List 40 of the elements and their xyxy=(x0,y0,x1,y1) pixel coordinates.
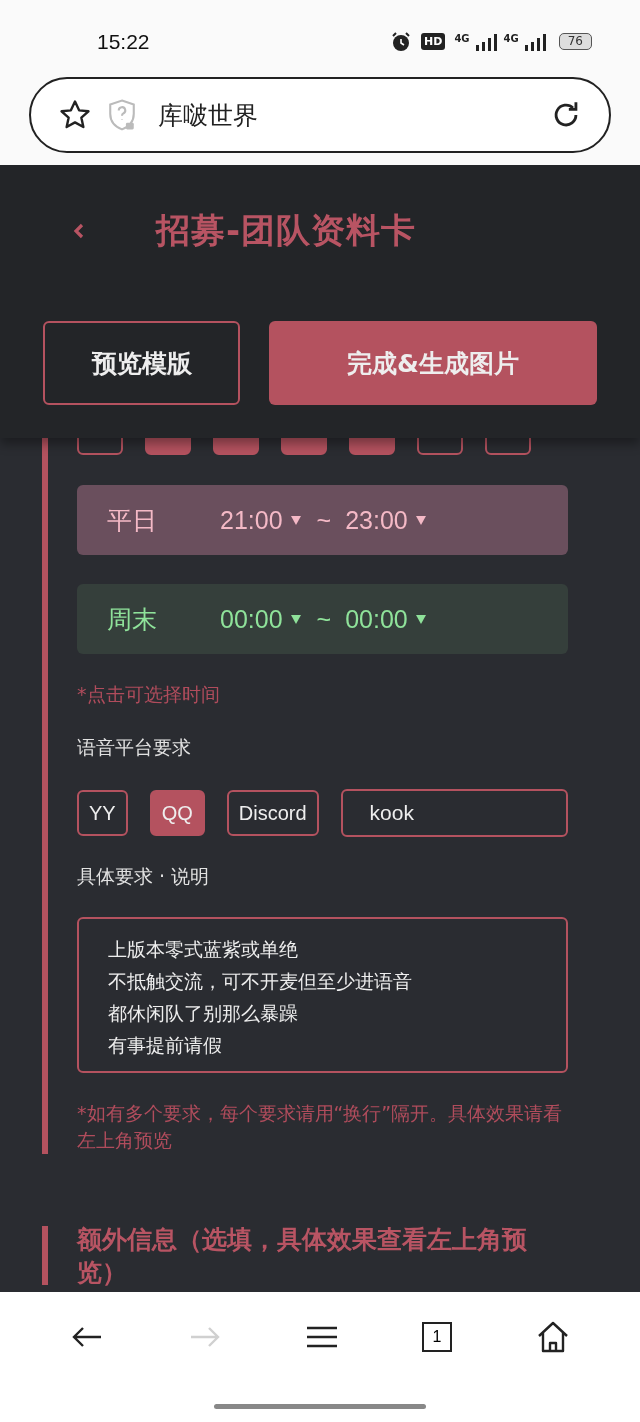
time-select[interactable]: 23:00 xyxy=(345,505,426,535)
section-heading: 额外信息（选填，具体效果查看左上角预览） xyxy=(77,1223,528,1289)
back-icon[interactable] xyxy=(72,221,86,241)
platform-chip[interactable]: QQ xyxy=(149,790,205,836)
range-label: 周末 xyxy=(107,603,158,636)
address-bar[interactable]: 库啵世界 xyxy=(29,77,611,153)
hint-text: *如有多个要求，每个要求请用“换行”隔开。具体效果请看左上角预览 xyxy=(77,1101,564,1153)
range-separator: ~ xyxy=(316,604,332,634)
network-label: 4G xyxy=(454,32,470,44)
time-select[interactable]: 00:00 xyxy=(220,604,301,634)
battery-indicator: 76 xyxy=(558,33,592,50)
menu-icon[interactable] xyxy=(306,1325,338,1349)
field-label: 具体要求 · 说明 xyxy=(77,864,211,889)
back-arrow-icon[interactable] xyxy=(70,1325,104,1349)
status-time: 15:22 xyxy=(97,29,150,54)
caret-icon xyxy=(290,614,301,624)
signal-icon xyxy=(523,32,548,51)
shield-icon[interactable] xyxy=(106,98,138,132)
time-select[interactable]: 00:00 xyxy=(345,604,426,634)
hd-badge: HD xyxy=(421,33,446,50)
caret-icon xyxy=(415,515,426,525)
caret-icon xyxy=(290,515,301,525)
network-label: 4G xyxy=(503,32,519,44)
hint-text: *点击可选择时间 xyxy=(77,682,221,707)
details-textarea[interactable]: 上版本零式蓝紫或单绝 不抵触交流，可不开麦但至少进语音 都休闲队了别那么暴躁 有事提前请假 xyxy=(77,917,568,1073)
tab-count-button[interactable]: 1 xyxy=(422,1322,452,1352)
range-separator: ~ xyxy=(316,505,332,535)
platform-chip[interactable]: Discord xyxy=(226,790,319,836)
platform-chip[interactable]: YY xyxy=(77,790,128,836)
time-select[interactable]: 21:00 xyxy=(220,505,301,535)
site-title: 库啵世界 xyxy=(158,99,259,132)
platform-input[interactable]: kook xyxy=(340,789,568,837)
caret-icon xyxy=(415,614,426,624)
page-title: 招募-团队资料卡 xyxy=(156,209,417,252)
signal-icon xyxy=(474,32,499,51)
range-label: 平日 xyxy=(107,504,158,537)
home-icon[interactable] xyxy=(536,1320,570,1354)
field-label: 语音平台要求 xyxy=(77,735,192,760)
generate-button[interactable]: 完成&生成图片 xyxy=(269,321,597,405)
preview-button[interactable]: 预览模版 xyxy=(43,321,240,405)
